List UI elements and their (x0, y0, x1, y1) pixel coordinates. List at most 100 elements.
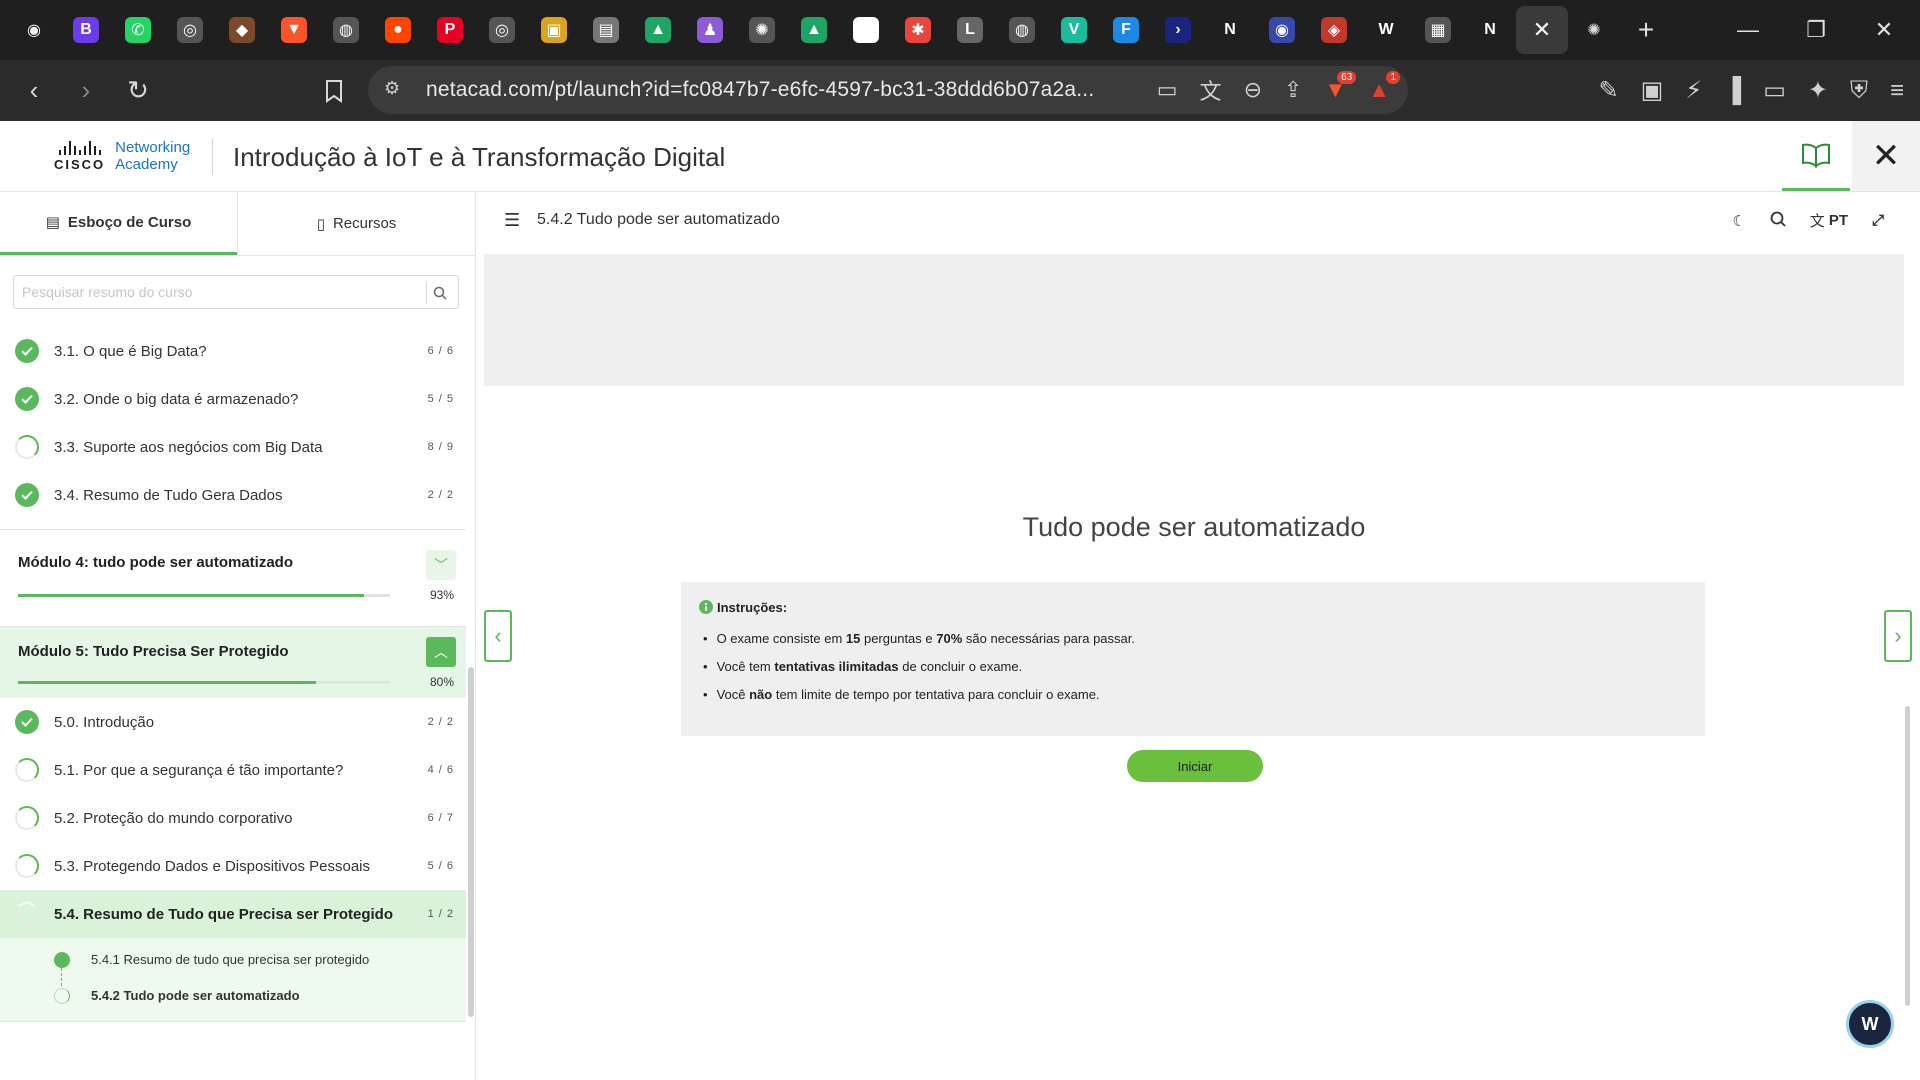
url-text[interactable]: netacad.com/pt/launch?id=fc0847b7-e6fc-4… (426, 78, 1094, 102)
module-4-header[interactable]: Módulo 4: tudo pode ser automatizado ﹀ 9… (0, 529, 466, 623)
browser-tab[interactable]: ▤ (580, 0, 632, 60)
close-tab-icon[interactable]: ✕ (1533, 17, 1551, 43)
menu-icon[interactable]: ≡ (1890, 77, 1904, 105)
list-item[interactable]: 3.4. Resumo de Tudo Gera Dados 2 / 2 (0, 471, 466, 519)
restore-button[interactable]: ❐ (1782, 0, 1850, 60)
sparkle-icon[interactable]: ✦ (1808, 76, 1828, 105)
course-sidebar: ▤ Esboço de Curso ▯ Recursos 3.1. O que … (0, 192, 476, 1080)
share-icon[interactable]: ⇪ (1284, 77, 1302, 103)
minimize-button[interactable]: — (1714, 0, 1782, 60)
circle-app-icon: ◎ (177, 17, 203, 43)
browser-tab[interactable]: ◈ (1308, 0, 1360, 60)
new-tab-button[interactable]: + (1620, 0, 1672, 60)
sub-item-current[interactable]: 5.4.2 Tudo pode ser automatizado (91, 988, 300, 1003)
reload-button[interactable]: ↻ (116, 69, 160, 113)
back-button[interactable]: ‹ (12, 69, 56, 113)
list-item[interactable]: 5.1. Por que a segurança é tão important… (0, 746, 466, 794)
browser-tab[interactable]: ◍ (996, 0, 1048, 60)
list-item[interactable]: 3.1. O que é Big Data? 6 / 6 (0, 327, 466, 375)
close-icon: ✕ (1871, 137, 1901, 175)
openai-tab[interactable]: ✺ (1568, 0, 1620, 60)
document-icon: ▤ (45, 214, 60, 231)
browser-tab[interactable]: ▲ (632, 0, 684, 60)
cisco-networking-academy-logo[interactable]: CISCO Networking Academy (54, 139, 190, 173)
vpn-shield-icon[interactable]: ⛨ (1850, 77, 1868, 105)
browser-tab[interactable]: ✺ (736, 0, 788, 60)
browser-tab[interactable]: ▼ (268, 0, 320, 60)
list-item[interactable]: 5.3. Protegendo Dados e Dispositivos Pes… (0, 842, 466, 890)
browser-tab[interactable]: L (944, 0, 996, 60)
close-course-button[interactable]: ✕ (1852, 121, 1920, 191)
previous-page-button[interactable]: ‹ (484, 610, 512, 662)
browser-tab[interactable]: ◉ (8, 0, 60, 60)
outline-search-input[interactable] (14, 276, 414, 308)
address-bar[interactable]: ⚙ netacad.com/pt/launch?id=fc0847b7-e6fc… (368, 66, 1408, 114)
list-item[interactable]: 3.3. Suporte aos negócios com Big Data 8 … (0, 423, 466, 471)
search-icon[interactable] (426, 282, 452, 304)
window-close-button[interactable]: ✕ (1850, 0, 1918, 60)
active-tab[interactable]: ✕ (1516, 6, 1568, 54)
bookmark-icon[interactable] (312, 69, 356, 113)
sub-item-completed[interactable]: 5.4.1 Resumo de tudo que precisa ser pro… (91, 952, 369, 967)
site-settings-icon[interactable]: ⚙ (384, 78, 400, 99)
list-item-current-section[interactable]: 5.4. Resumo de Tudo que Precisa ser Prot… (0, 890, 466, 938)
wallet-icon[interactable]: ▭ (1763, 76, 1786, 105)
expand-module-button[interactable]: ﹀ (426, 550, 456, 580)
language-selector[interactable]: 文 PT (1810, 210, 1848, 231)
brave-shields-button[interactable]: ▼ 63 (1324, 71, 1357, 103)
floating-assistant-button[interactable]: W (1846, 1000, 1894, 1048)
browser-tab[interactable]: ◉ (1256, 0, 1308, 60)
collapse-module-button[interactable]: ︿ (426, 637, 456, 667)
module-5-header[interactable]: Módulo 5: Tudo Precisa Ser Protegido ︿ 8… (0, 626, 466, 698)
globe-icon: ◍ (333, 17, 359, 43)
browser-tab[interactable]: ✱ (892, 0, 944, 60)
course-outline-list: 3.1. O que é Big Data? 6 / 6 3.2. Onde o b… (0, 327, 466, 1022)
zoom-out-icon[interactable]: ⊖ (1244, 77, 1262, 103)
list-item[interactable]: 5.2. Proteção do mundo corporativo 6 / 7 (0, 794, 466, 842)
search-icon[interactable] (1770, 211, 1786, 231)
tab-resources[interactable]: ▯ Recursos (237, 192, 475, 255)
reader-mode-icon[interactable]: ▣ (1641, 76, 1664, 105)
browser-tab[interactable]: N (1204, 0, 1256, 60)
course-outline-button[interactable] (1782, 121, 1850, 191)
browser-tab[interactable]: ◎ (164, 0, 216, 60)
browser-tab[interactable]: W (1360, 0, 1412, 60)
leo-ai-icon[interactable]: ⚡ (1685, 76, 1702, 105)
forward-button[interactable]: › (64, 69, 108, 113)
tab-course-outline[interactable]: ▤ Esboço de Curso (0, 192, 237, 255)
browser-tab[interactable]: ◍ (320, 0, 372, 60)
module-percent: 80% (429, 675, 454, 689)
browser-tab[interactable]: ◎ (476, 0, 528, 60)
sidebar-scrollbar[interactable] (468, 667, 474, 1017)
browser-tab[interactable]: B (60, 0, 112, 60)
content-scrollbar[interactable] (1905, 706, 1910, 1006)
toggle-menu-icon[interactable]: ☰ (504, 210, 520, 231)
notion-icon: N (853, 17, 879, 43)
dark-mode-icon[interactable]: ☾ (1732, 212, 1745, 230)
browser-tab[interactable]: ▣ (528, 0, 580, 60)
browser-tab[interactable]: F (1100, 0, 1152, 60)
shield-app-icon: ◈ (1321, 17, 1347, 43)
list-item[interactable]: 5.0. Introdução 2 / 2 (0, 698, 466, 746)
browser-tab[interactable]: N (840, 0, 892, 60)
browser-tab[interactable]: ▲ (788, 0, 840, 60)
browser-tab[interactable]: ◆ (216, 0, 268, 60)
browser-tab[interactable]: V (1048, 0, 1100, 60)
translate-icon[interactable]: 文 (1200, 74, 1222, 106)
browser-tab[interactable]: ♟ (684, 0, 736, 60)
browser-tab[interactable]: N (1464, 0, 1516, 60)
browser-tab[interactable]: ✆ (112, 0, 164, 60)
content-toolbar: ☰ 5.4.2 Tudo pode ser automatizado ☾ 文 P… (484, 192, 1904, 252)
start-exam-button[interactable]: Iniciar (1127, 750, 1263, 782)
browser-tab[interactable]: ● (372, 0, 424, 60)
sidebar-toggle-icon[interactable]: ▐ (1724, 77, 1741, 105)
extensions-icon[interactable]: ✎ (1599, 76, 1619, 105)
browser-tab[interactable]: › (1152, 0, 1204, 60)
cast-icon[interactable]: ▭ (1157, 77, 1178, 103)
browser-tab[interactable]: ▦ (1412, 0, 1464, 60)
brave-rewards-button[interactable]: ▲ 1 (1368, 71, 1400, 103)
next-page-button[interactable]: › (1884, 610, 1912, 662)
browser-tab[interactable]: P (424, 0, 476, 60)
list-item[interactable]: 3.2. Onde o big data é armazenado? 5 / 5 (0, 375, 466, 423)
fullscreen-icon[interactable]: ⤢ (1872, 212, 1884, 229)
